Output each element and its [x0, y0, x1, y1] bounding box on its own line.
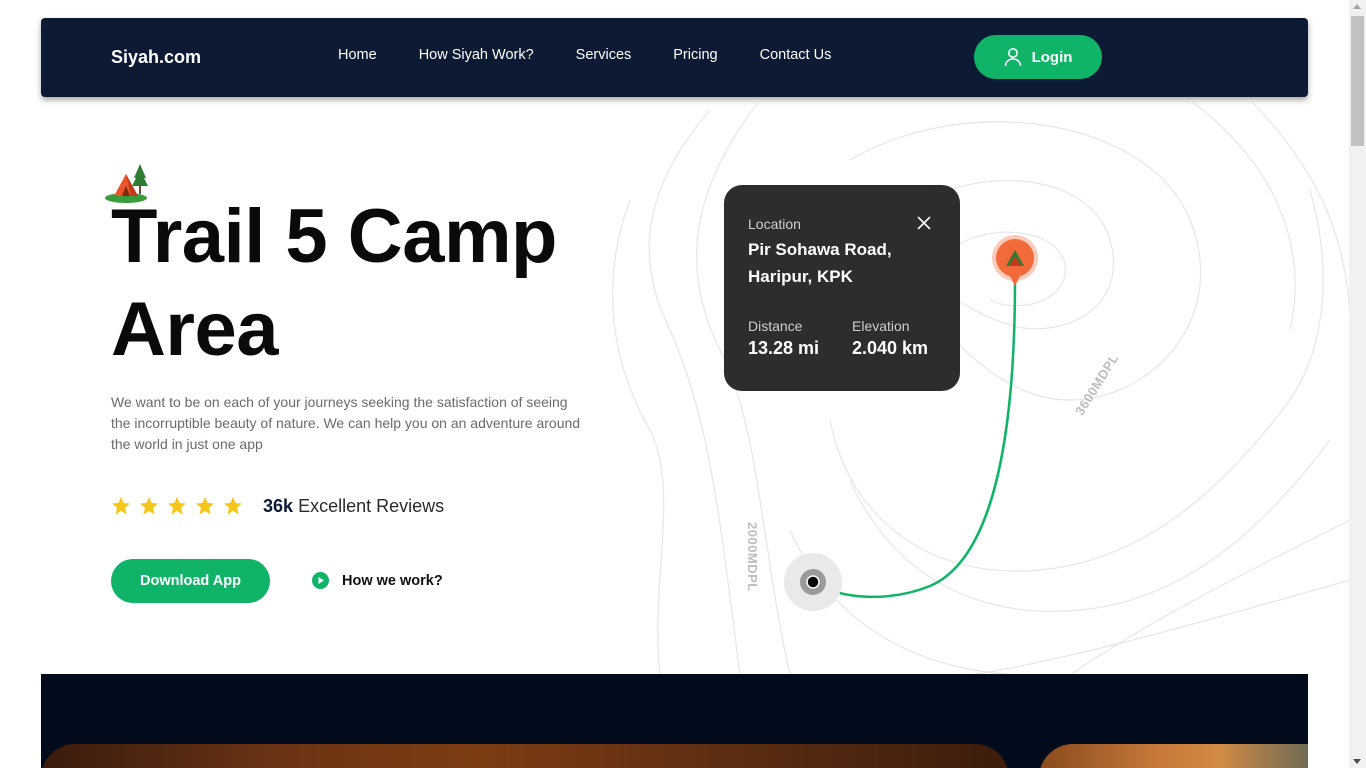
gallery-section [41, 674, 1308, 768]
gallery-photo-main [41, 744, 1009, 768]
rating-stars [111, 496, 243, 516]
scrollbar-thumb[interactable] [1351, 16, 1364, 146]
play-icon [312, 572, 329, 589]
how-we-work-link[interactable]: How we work? [312, 572, 443, 589]
top-navbar: Siyah.com Home How Siyah Work? Services … [41, 18, 1308, 97]
elevation-value: 2.040 km [852, 338, 929, 358]
distance-label: Distance [748, 318, 803, 334]
nav-link-contact-us[interactable]: Contact Us [760, 47, 832, 63]
download-app-button[interactable]: Download App [111, 559, 270, 603]
star-icon [168, 497, 186, 515]
star-icon [140, 497, 158, 515]
destination-pin-marker [992, 235, 1038, 286]
nav-link-how-siyah-work[interactable]: How Siyah Work? [419, 47, 534, 63]
reviews-label: Excellent Reviews [298, 496, 445, 516]
location-value: Pir Sohawa Road, Haripur, KPK [748, 240, 892, 286]
star-icon [224, 497, 242, 515]
scroll-down-arrow-icon[interactable] [1353, 759, 1361, 764]
location-label: Location [748, 216, 801, 232]
how-we-work-label: How we work? [342, 572, 443, 589]
nav-link-pricing[interactable]: Pricing [673, 47, 717, 63]
reviews-count: 36k [263, 496, 294, 516]
location-info-card: Location Pir Sohawa Road, Haripur, KPK D… [724, 185, 960, 391]
hero-title: Trail 5 Camp Area [111, 194, 557, 372]
nav-links: Home How Siyah Work? Services Pricing Co… [338, 47, 873, 63]
login-button[interactable]: Login [974, 35, 1102, 79]
distance-value: 13.28 mi [748, 338, 820, 358]
gallery-photo-side [1039, 744, 1308, 768]
star-icon [196, 497, 214, 515]
scroll-up-arrow-icon[interactable] [1353, 4, 1361, 9]
start-point-marker [784, 553, 842, 611]
hero-description: We want to be on each of your journeys s… [111, 394, 581, 452]
login-label: Login [1031, 48, 1073, 66]
reviews-summary: 36k Excellent Reviews [263, 496, 444, 517]
elevation-label: Elevation [852, 318, 910, 334]
nav-link-home[interactable]: Home [338, 47, 377, 63]
nav-link-services[interactable]: Services [576, 47, 632, 63]
map-elevation-label-low: 2000MDPL [745, 522, 760, 592]
brand-logo[interactable]: Siyah.com [111, 47, 201, 68]
vertical-scrollbar[interactable] [1349, 0, 1366, 768]
star-icon [112, 497, 130, 515]
close-icon[interactable] [917, 216, 931, 230]
user-icon [1004, 48, 1021, 67]
